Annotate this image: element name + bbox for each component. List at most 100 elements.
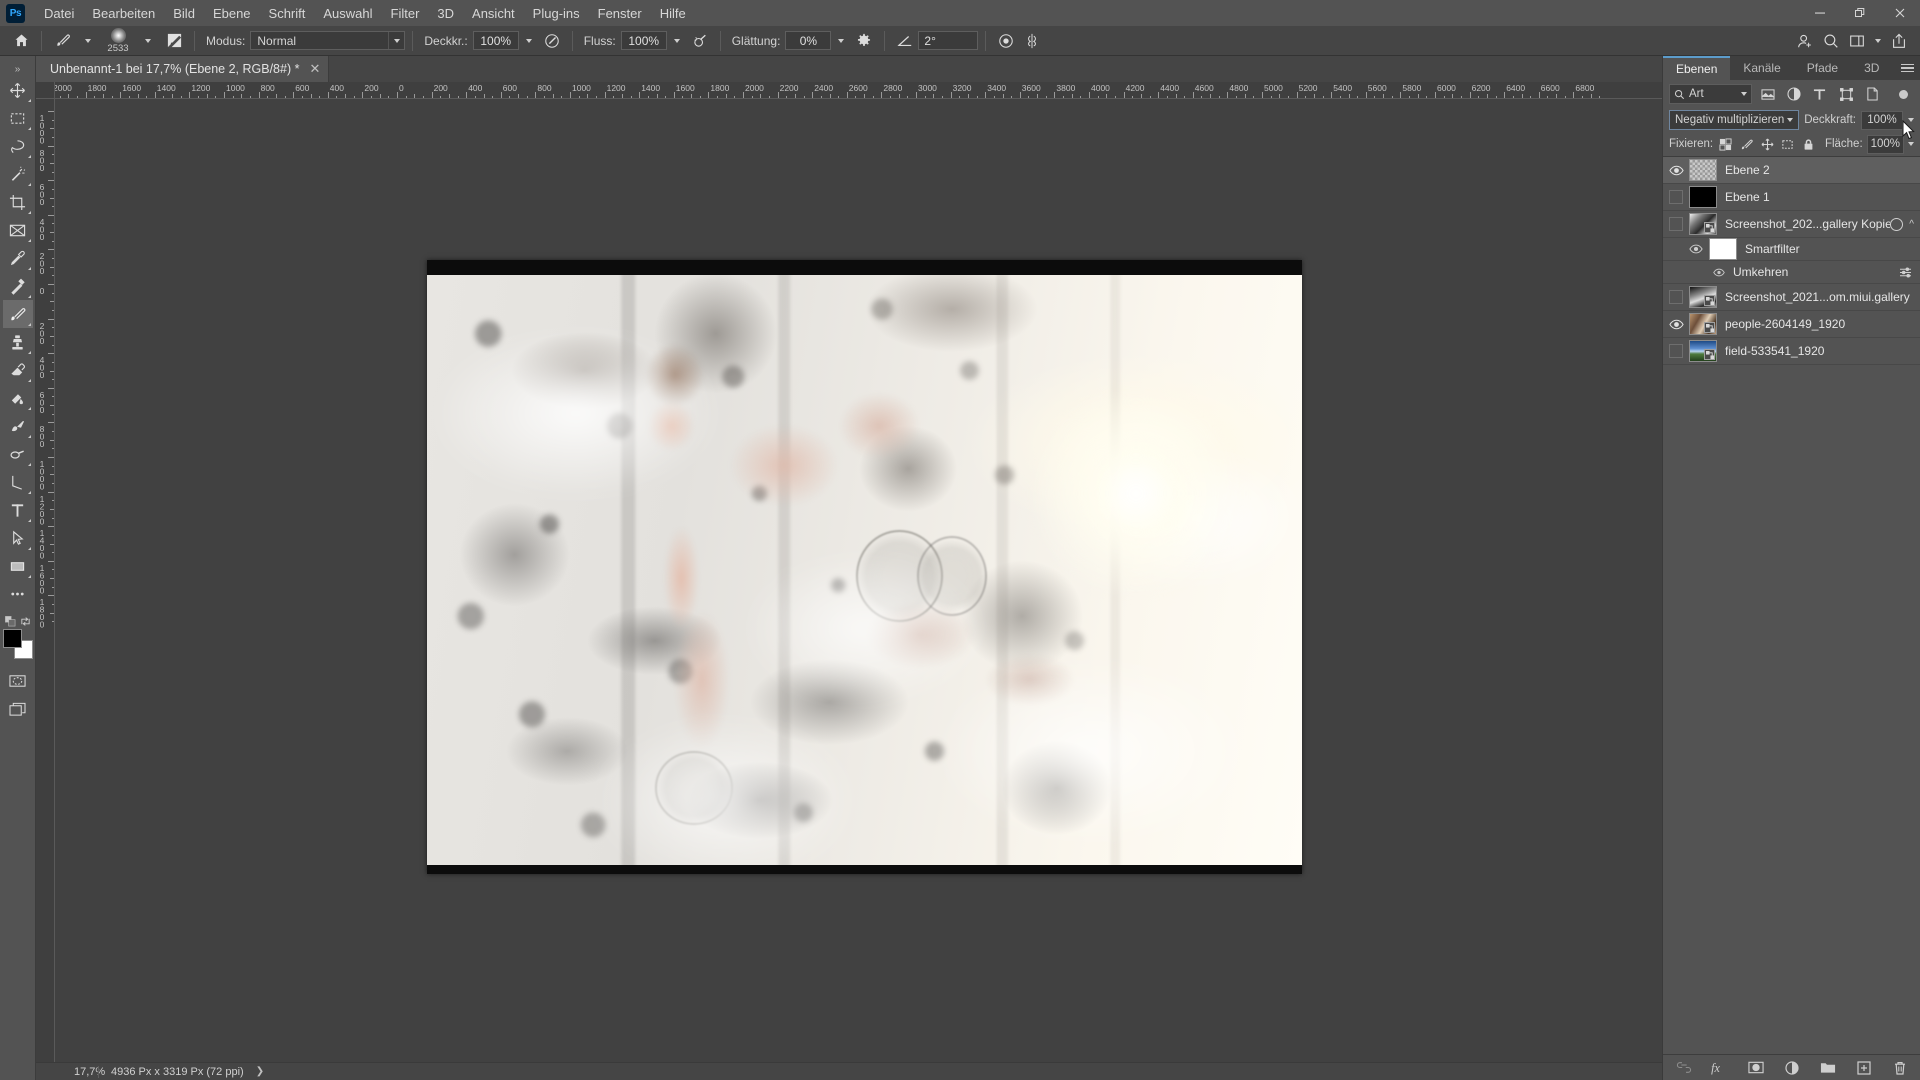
layer-opacity-input[interactable]: 100%	[1861, 110, 1903, 130]
layer-name[interactable]: Screenshot_202...gallery Kopie	[1725, 217, 1890, 231]
tab-ebenen[interactable]: Ebenen	[1663, 56, 1731, 80]
filter-shape-icon[interactable]	[1836, 84, 1857, 104]
swap-colors-icon[interactable]	[20, 616, 31, 627]
pen-tool[interactable]	[3, 468, 33, 496]
brush-size-preview[interactable]: 2533	[101, 27, 135, 55]
layer-row-ebene-1[interactable]: Ebene 1	[1663, 184, 1920, 211]
lock-image-icon[interactable]	[1738, 135, 1755, 154]
eyedropper-tool[interactable]	[3, 244, 33, 272]
layer-row-people[interactable]: people-2604149_1920	[1663, 311, 1920, 338]
smoothing-caret[interactable]	[831, 29, 851, 53]
gear-icon[interactable]	[851, 29, 877, 53]
menu-bearbeiten[interactable]: Bearbeiten	[83, 3, 164, 24]
angle-input[interactable]: 2°	[918, 31, 979, 50]
menu-fenster[interactable]: Fenster	[589, 3, 651, 24]
workspace-caret-icon[interactable]	[1870, 29, 1886, 53]
brush-panel-icon[interactable]	[161, 29, 187, 53]
layer-style-fx-icon[interactable]: fx	[1710, 1058, 1730, 1078]
rectangle-tool[interactable]	[3, 552, 33, 580]
airbrush-icon[interactable]	[687, 29, 713, 53]
fill-caret-icon[interactable]	[1907, 142, 1914, 146]
blur-tool[interactable]	[3, 412, 33, 440]
smart-filter-visibility-toggle[interactable]	[1683, 244, 1709, 254]
foreground-color-swatch[interactable]	[2, 629, 22, 648]
layer-row-field[interactable]: field-533541_1920	[1663, 338, 1920, 365]
menu-ansicht[interactable]: Ansicht	[463, 3, 524, 24]
double-chevron-icon[interactable]: »	[0, 62, 35, 76]
zoom-level[interactable]: 17,7%	[36, 1066, 105, 1078]
smart-filter-mask-row[interactable]: Smartfilter	[1663, 238, 1920, 261]
quick-selection-tool[interactable]	[3, 160, 33, 188]
lock-all-icon[interactable]	[1800, 135, 1817, 154]
new-group-icon[interactable]	[1818, 1058, 1838, 1078]
menu-plugins[interactable]: Plug-ins	[524, 3, 589, 24]
pressure-size-icon[interactable]	[993, 29, 1019, 53]
rectangular-marquee-tool[interactable]	[3, 104, 33, 132]
eraser-tool[interactable]	[3, 356, 33, 384]
layer-visibility-toggle[interactable]	[1663, 165, 1689, 176]
lock-transparency-icon[interactable]	[1717, 135, 1734, 154]
tab-pfade[interactable]: Pfade	[1793, 56, 1852, 80]
layer-thumbnail[interactable]	[1689, 340, 1717, 362]
layer-opacity-caret-icon[interactable]	[1908, 118, 1914, 122]
clone-stamp-tool[interactable]	[3, 328, 33, 356]
horizontal-ruler[interactable]: 2000180016001400120010008006004002000200…	[55, 82, 1662, 99]
menu-auswahl[interactable]: Auswahl	[314, 3, 381, 24]
maximize-restore-button[interactable]	[1840, 0, 1880, 26]
layer-thumbnail[interactable]	[1689, 159, 1717, 181]
brush-preset-caret[interactable]	[75, 29, 101, 53]
panel-menu-icon[interactable]	[1901, 56, 1914, 80]
filter-kind-select[interactable]: Art	[1669, 84, 1753, 104]
more-tools[interactable]	[3, 580, 33, 608]
close-window-button[interactable]	[1880, 0, 1920, 26]
opacity-input[interactable]: 100%	[472, 31, 519, 50]
brush-settings-caret[interactable]	[135, 29, 161, 53]
menu-bild[interactable]: Bild	[164, 3, 204, 24]
delete-layer-icon[interactable]	[1890, 1058, 1910, 1078]
menu-datei[interactable]: Datei	[35, 3, 83, 24]
chevron-right-icon[interactable]: ❯	[256, 1066, 264, 1077]
menu-3d[interactable]: 3D	[428, 3, 463, 24]
close-icon[interactable]: ✕	[309, 61, 320, 77]
lock-position-icon[interactable]	[1759, 135, 1776, 154]
layer-list[interactable]: Ebene 2 Ebene 1 Screenshot_202...gallery…	[1663, 156, 1920, 1054]
gradient-tool[interactable]	[3, 384, 33, 412]
layer-row-ebene-2[interactable]: Ebene 2	[1663, 157, 1920, 184]
link-layers-icon[interactable]	[1674, 1058, 1694, 1078]
layer-visibility-toggle[interactable]	[1663, 319, 1689, 330]
blend-mode-dropdown[interactable]: Normal	[250, 31, 406, 50]
menu-ebene[interactable]: Ebene	[204, 3, 260, 24]
layer-visibility-toggle[interactable]	[1663, 190, 1689, 204]
layer-row-screenshot-miui[interactable]: Screenshot_2021...om.miui.gallery	[1663, 284, 1920, 311]
menu-filter[interactable]: Filter	[382, 3, 429, 24]
move-tool[interactable]	[3, 76, 33, 104]
menu-hilfe[interactable]: Hilfe	[651, 3, 695, 24]
adjustment-layer-icon[interactable]	[1782, 1058, 1802, 1078]
horizontal-type-tool[interactable]	[3, 496, 33, 524]
opacity-caret[interactable]	[519, 29, 539, 53]
flow-input[interactable]: 100%	[620, 31, 667, 50]
layer-thumbnail[interactable]	[1689, 186, 1717, 208]
layer-row-screenshot-kopie[interactable]: Screenshot_202...gallery Kopie ^	[1663, 211, 1920, 238]
lock-artboard-icon[interactable]	[1779, 135, 1796, 154]
layer-visibility-toggle[interactable]	[1663, 344, 1689, 358]
lasso-tool[interactable]	[3, 132, 33, 160]
ruler-corner[interactable]	[36, 82, 55, 99]
smart-filter-entry-umkehren[interactable]: Umkehren	[1663, 261, 1920, 284]
layer-name[interactable]: Ebene 2	[1725, 163, 1914, 177]
smart-filter-entry-visibility-toggle[interactable]	[1709, 268, 1729, 277]
filter-adjustment-icon[interactable]	[1783, 84, 1804, 104]
default-colors-icon[interactable]	[4, 616, 16, 627]
vertical-ruler[interactable]: 1000 800 600 400 200 0 200 400 600 800 1000 1200 140…	[36, 99, 55, 1062]
path-selection-tool[interactable]	[3, 524, 33, 552]
brush-tool[interactable]	[2, 300, 33, 328]
smoothing-input[interactable]: 0%	[785, 31, 832, 50]
layer-visibility-toggle[interactable]	[1663, 217, 1689, 231]
color-swatches[interactable]	[2, 629, 33, 659]
filter-toggle-icon[interactable]	[1893, 84, 1914, 104]
screen-mode-icon[interactable]	[3, 695, 33, 723]
share-user-icon[interactable]	[1792, 29, 1818, 53]
layer-name[interactable]: Screenshot_2021...om.miui.gallery	[1725, 290, 1914, 304]
canvas-stage[interactable]	[55, 99, 1662, 1062]
fill-input[interactable]: 100%	[1866, 134, 1904, 154]
